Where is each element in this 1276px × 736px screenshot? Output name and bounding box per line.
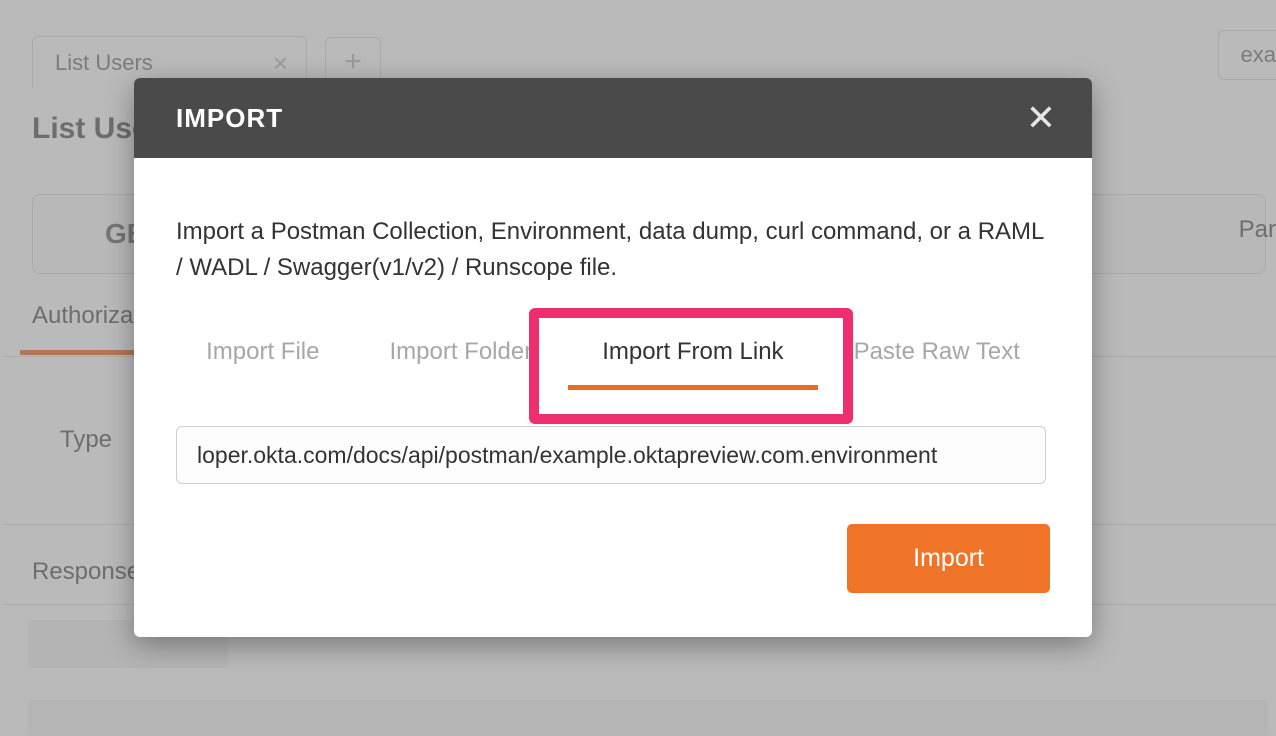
modal-footer: Import bbox=[176, 524, 1050, 593]
modal-title: IMPORT bbox=[176, 103, 283, 134]
import-url-input[interactable] bbox=[176, 426, 1046, 484]
import-button[interactable]: Import bbox=[847, 524, 1050, 593]
tab-import-from-link[interactable]: Import From Link bbox=[596, 326, 789, 386]
tab-import-folder[interactable]: Import Folder bbox=[383, 326, 538, 386]
close-icon[interactable]: ✕ bbox=[1026, 100, 1056, 136]
tab-import-file[interactable]: Import File bbox=[200, 326, 325, 386]
import-modal: IMPORT ✕ Import a Postman Collection, En… bbox=[134, 78, 1092, 637]
modal-header: IMPORT ✕ bbox=[134, 78, 1092, 158]
modal-description: Import a Postman Collection, Environment… bbox=[176, 214, 1050, 286]
import-tabs: Import File Import Folder Import From Li… bbox=[176, 326, 1050, 386]
tab-paste-raw-text[interactable]: Paste Raw Text bbox=[848, 326, 1026, 386]
modal-body: Import a Postman Collection, Environment… bbox=[134, 158, 1092, 637]
